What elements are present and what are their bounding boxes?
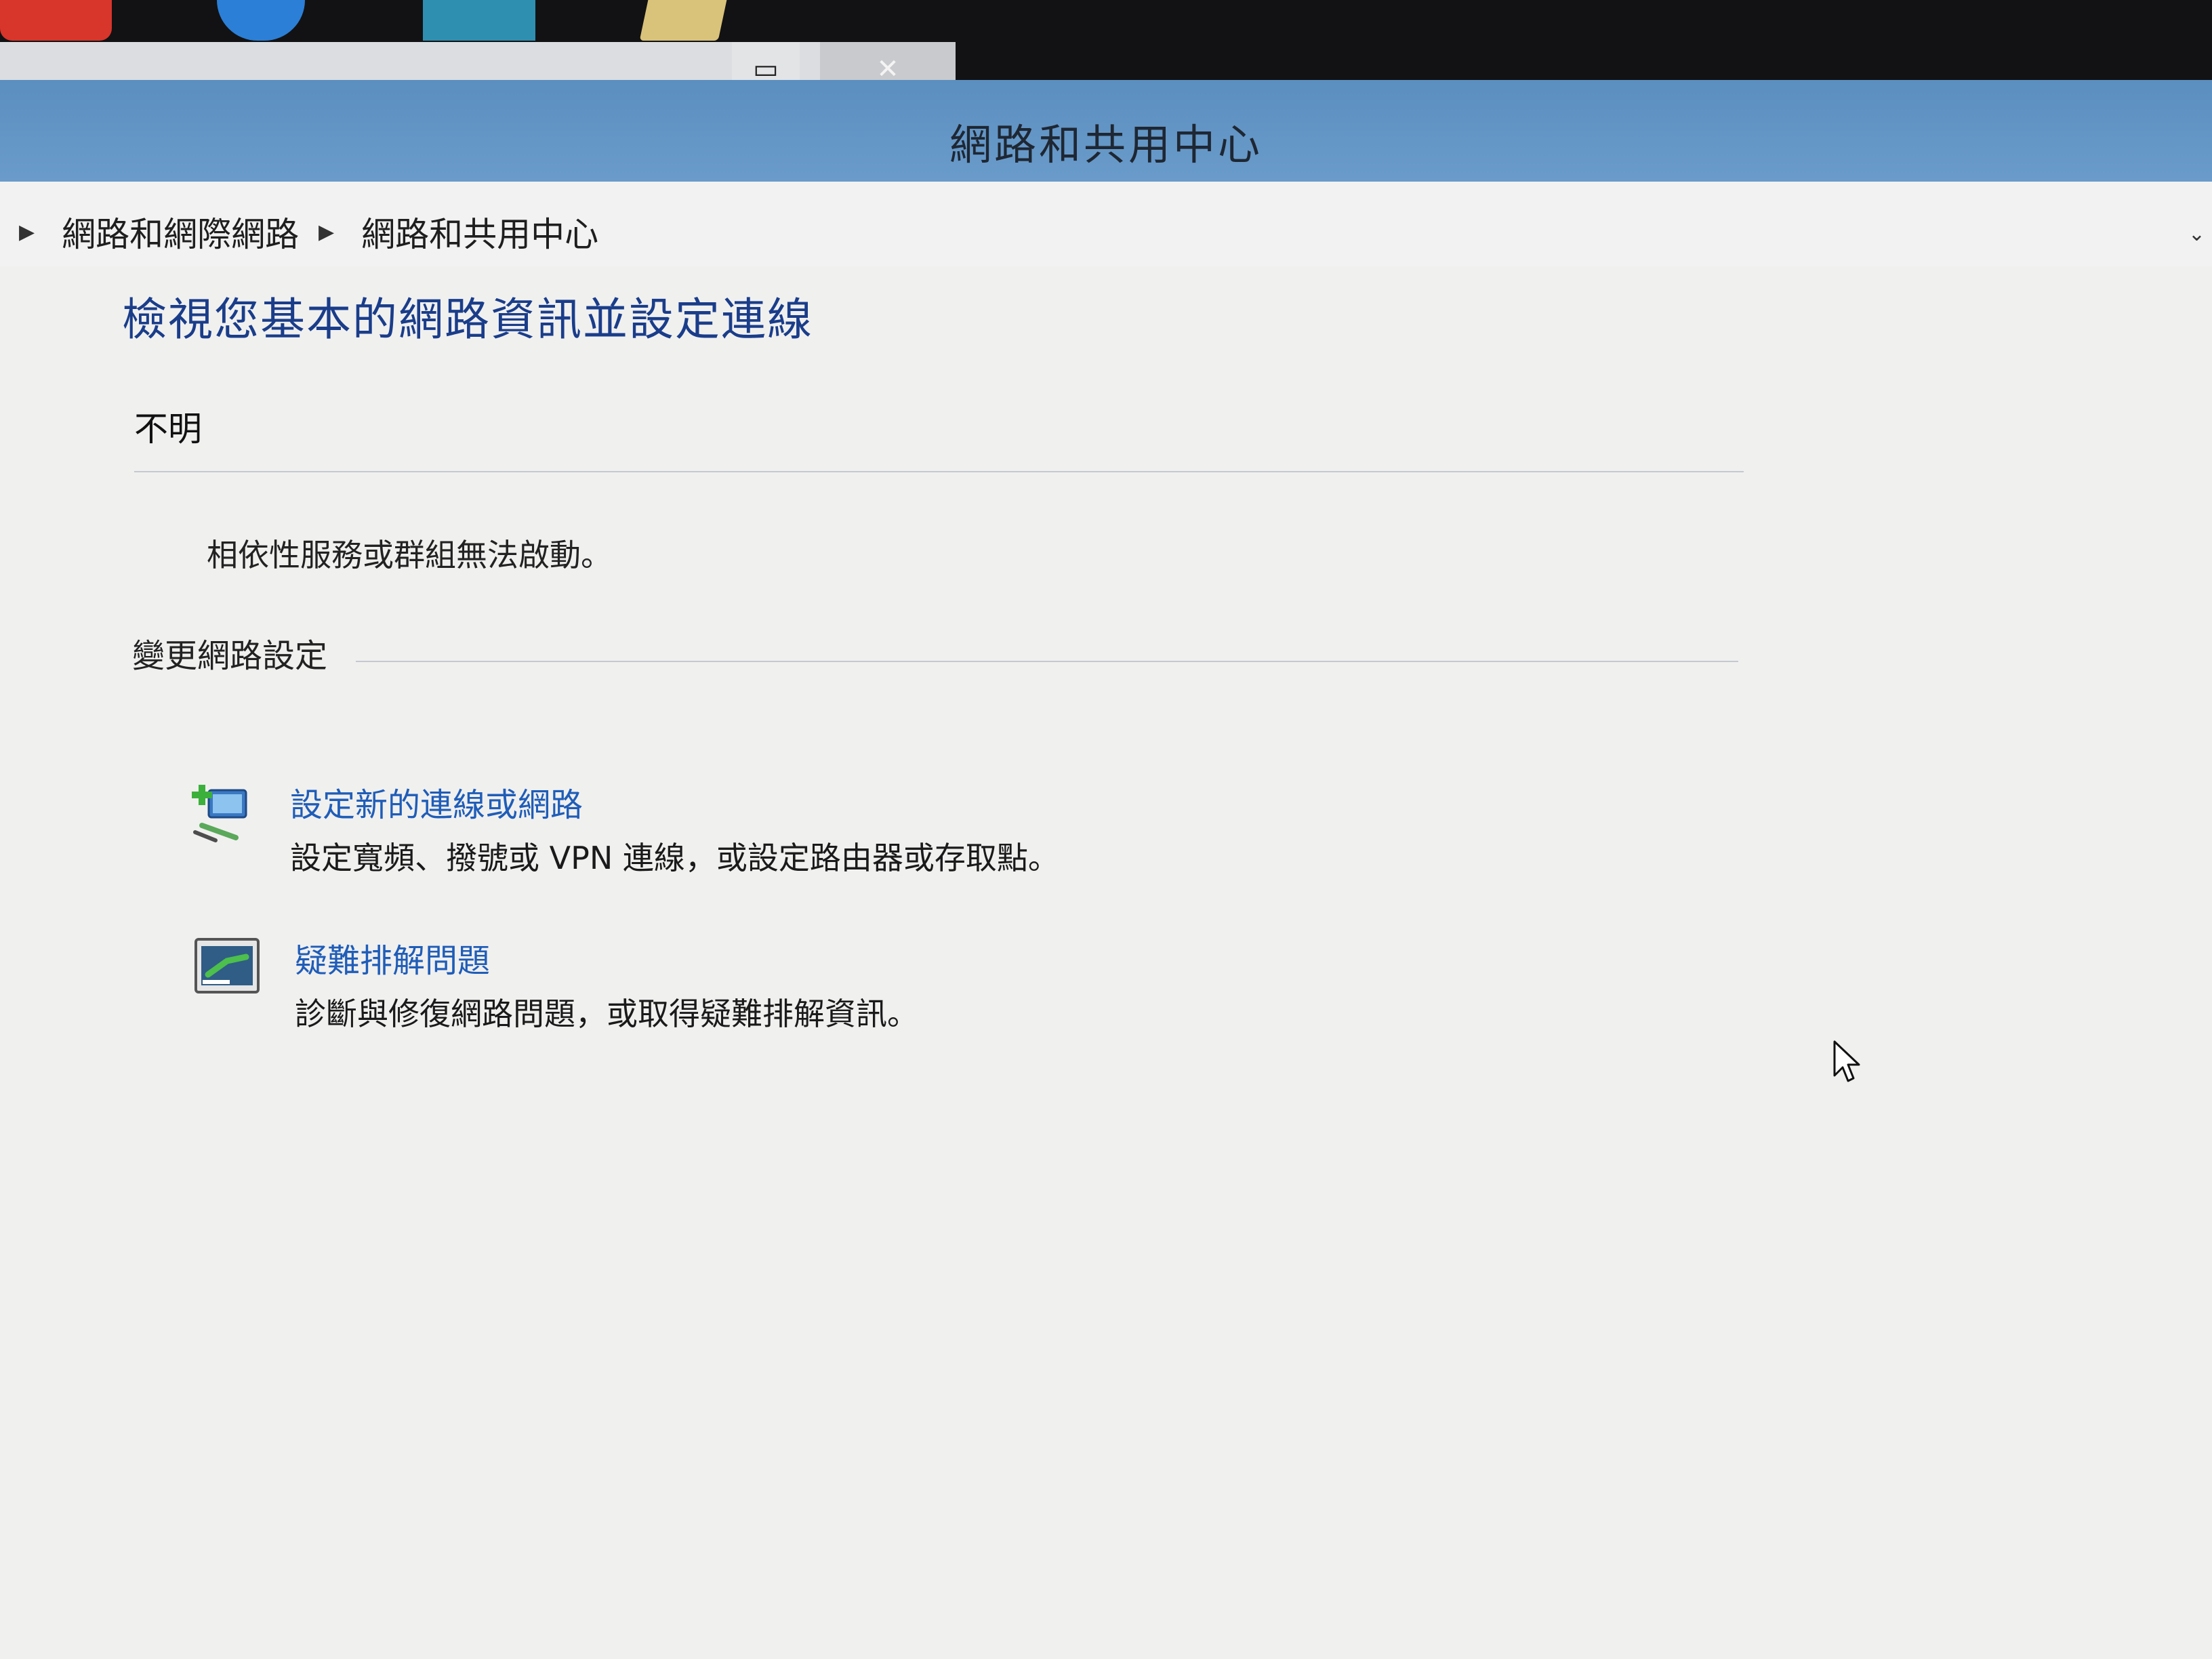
- store-icon[interactable]: [423, 0, 535, 41]
- chevron-down-icon[interactable]: ⌄: [2188, 222, 2205, 246]
- task-description: 設定寬頻、撥號或 VPN 連線，或設定路由器或存取點。: [290, 840, 1059, 876]
- setup-new-connection-link[interactable]: 設定新的連線或網路: [290, 778, 583, 825]
- folder-icon[interactable]: [639, 0, 727, 41]
- page-title: 檢視您基本的網路資訊並設定連線: [122, 293, 813, 346]
- breadcrumb-item-network-sharing-center[interactable]: ▶ 網路和共用中心: [319, 207, 598, 256]
- network-name: 不明: [134, 409, 202, 449]
- chevron-right-icon[interactable]: ▶: [319, 220, 334, 244]
- new-connection-icon: [192, 785, 247, 842]
- browser-icon[interactable]: [217, 0, 305, 41]
- task-description: 診斷與修復網路問題，或取得疑難排解資訊。: [295, 996, 918, 1032]
- troubleshoot-icon: [194, 938, 260, 994]
- app-icon-red[interactable]: [0, 0, 112, 41]
- breadcrumb-label: 網路和網際網路: [62, 215, 300, 254]
- main-content: 檢視您基本的網路資訊並設定連線 不明 相依性服務或群組無法啟動。 變更網路設定 …: [0, 266, 2212, 1659]
- section-heading-change-settings: 變更網路設定: [132, 637, 328, 675]
- window-title: 網路和共用中心: [949, 120, 1263, 169]
- troubleshoot-problems-link[interactable]: 疑難排解問題: [295, 934, 490, 981]
- breadcrumb-label: 網路和共用中心: [361, 215, 599, 254]
- divider: [356, 661, 1738, 662]
- status-message: 相依性服務或群組無法啟動。: [207, 537, 612, 573]
- breadcrumb-item-network-internet[interactable]: ▶ 網路和網際網路: [19, 207, 299, 256]
- window-titlebar[interactable]: 網路和共用中心: [0, 80, 2212, 182]
- divider: [134, 471, 1744, 472]
- mouse-pointer-icon: [1833, 1040, 1860, 1082]
- network-sharing-center-window: 網路和共用中心 ▶ 網路和網際網路 ▶ 網路和共用中心 ⌄ 檢視您基本的網路資訊…: [0, 80, 2212, 1659]
- address-bar[interactable]: ▶ 網路和網際網路 ▶ 網路和共用中心 ⌄: [0, 182, 2212, 268]
- chevron-right-icon[interactable]: ▶: [19, 220, 35, 244]
